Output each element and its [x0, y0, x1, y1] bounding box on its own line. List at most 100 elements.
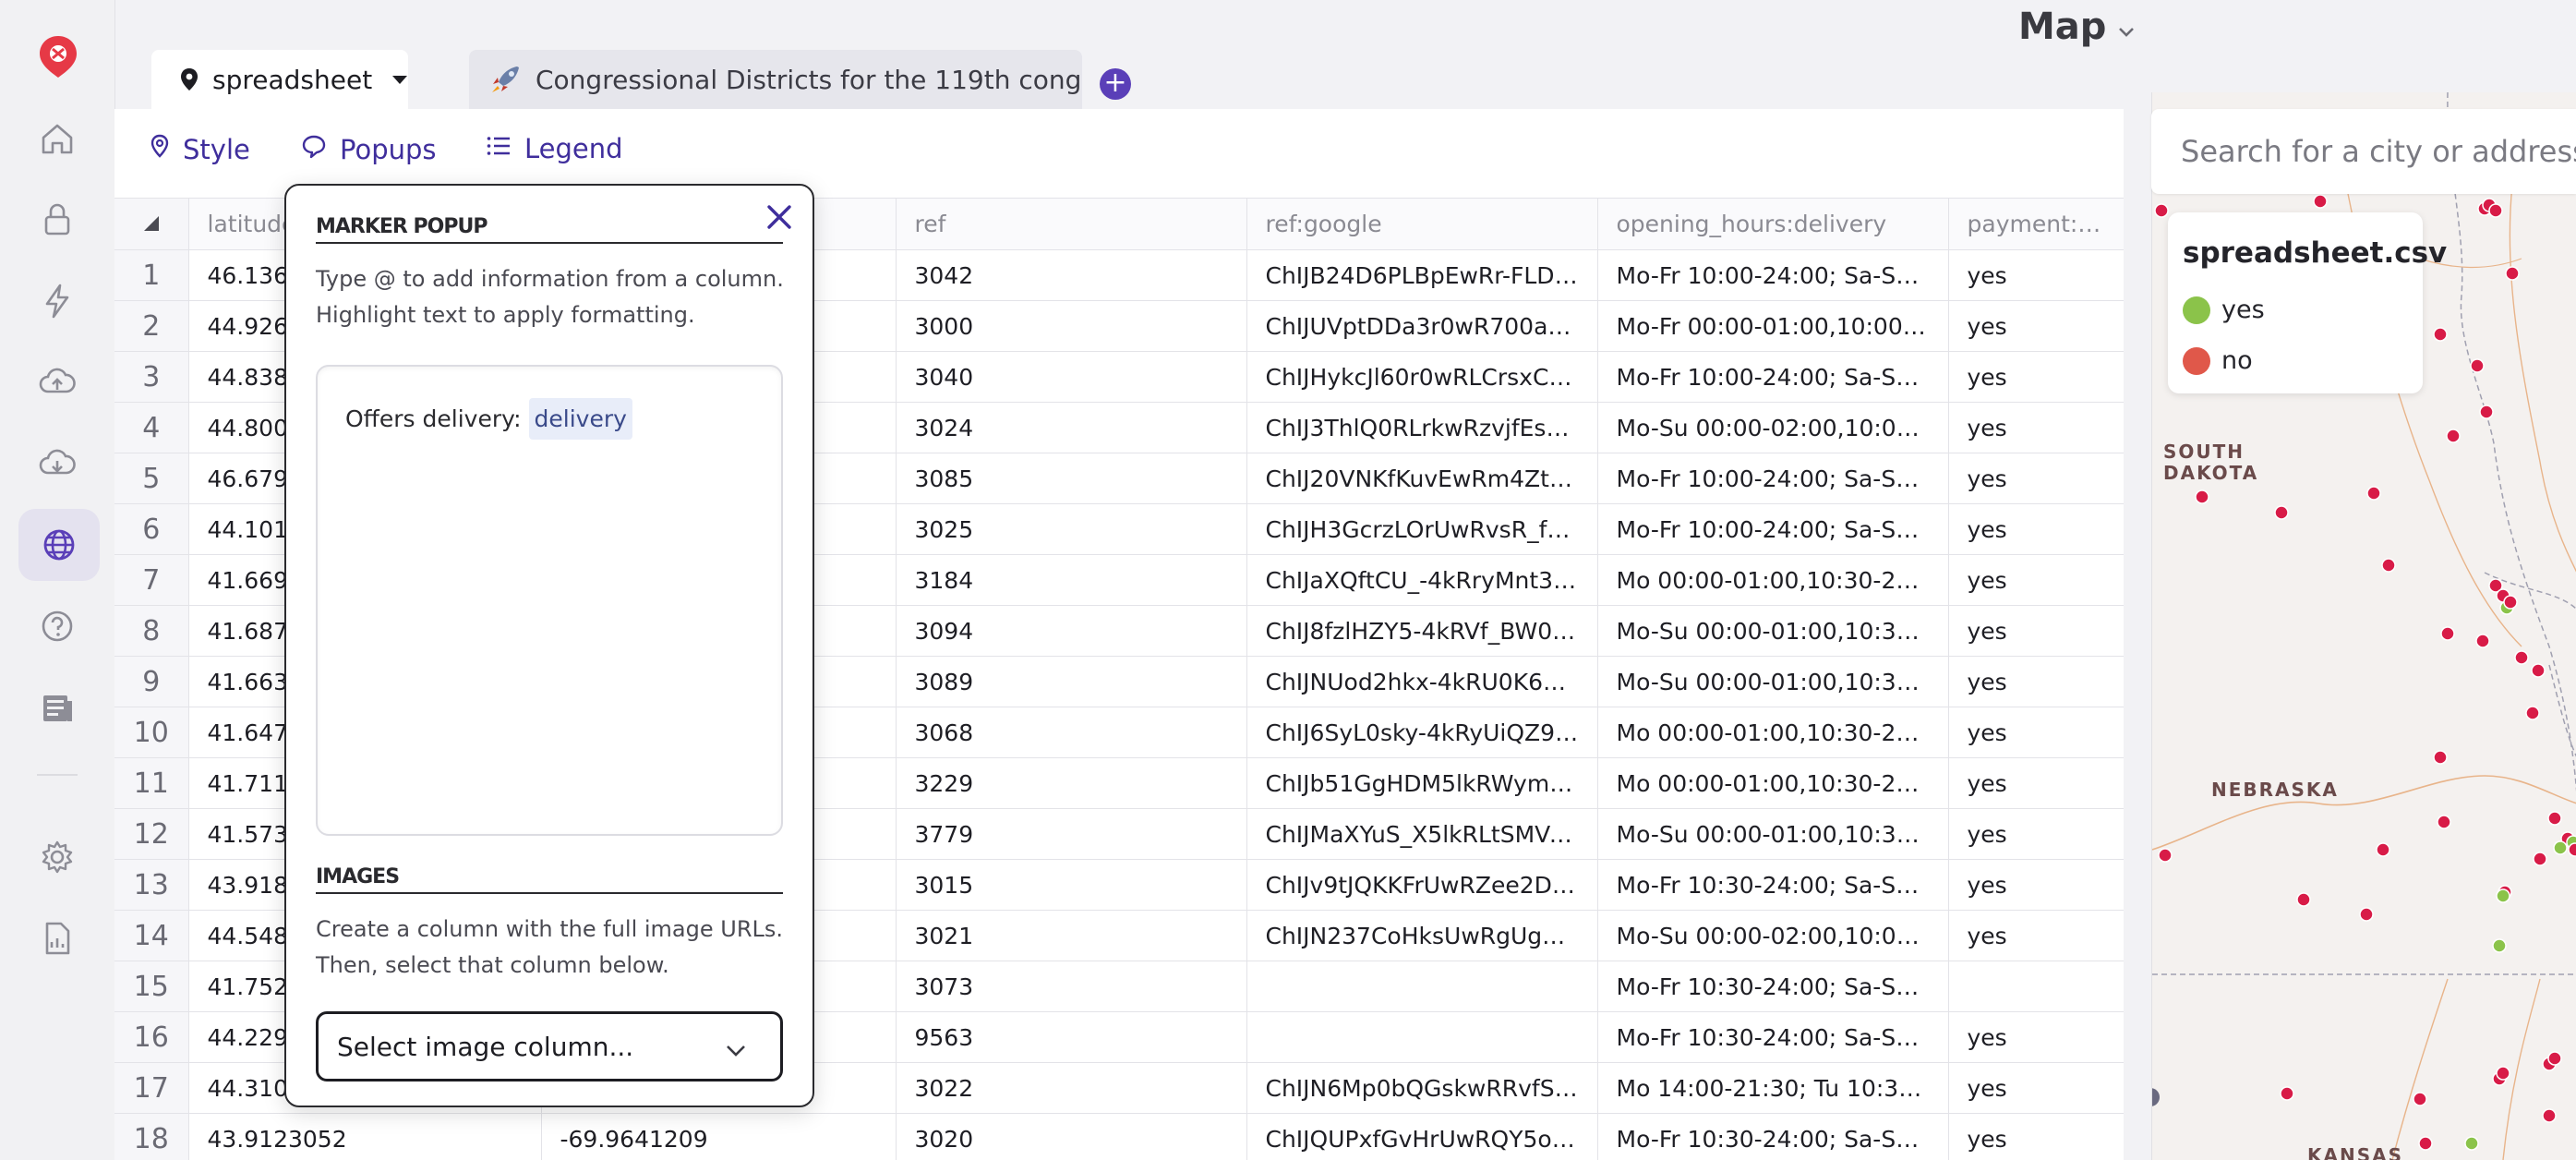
- gear-icon[interactable]: [37, 837, 78, 877]
- help-icon[interactable]: [37, 606, 78, 646]
- table-cell[interactable]: ChIJN237CoHksUwRgUgKbj...: [1246, 910, 1598, 961]
- legend-button[interactable]: Legend: [486, 133, 623, 164]
- table-cell[interactable]: 3229: [896, 757, 1247, 809]
- map-marker[interactable]: [2525, 706, 2540, 720]
- table-cell[interactable]: ChIJUVptDDa3r0wR700aaJ6...: [1246, 300, 1598, 352]
- table-cell[interactable]: Mo-Fr 10:00-24:00; Sa-Su 00:...: [1597, 249, 1949, 301]
- map-marker[interactable]: [2547, 1051, 2562, 1066]
- map-marker[interactable]: [2514, 650, 2529, 665]
- caret-down-icon[interactable]: [391, 74, 408, 85]
- map-marker[interactable]: [2479, 405, 2494, 419]
- table-cell[interactable]: 3042: [896, 249, 1247, 301]
- map-marker[interactable]: [2195, 489, 2209, 504]
- map-marker[interactable]: [2433, 327, 2448, 342]
- table-cell[interactable]: Mo-Su 00:00-01:00,10:30-24:...: [1597, 656, 1949, 707]
- map-marker[interactable]: [2531, 663, 2546, 678]
- table-cell[interactable]: 3068: [896, 707, 1247, 758]
- table-cell[interactable]: 3779: [896, 808, 1247, 860]
- table-cell[interactable]: yes: [1948, 1113, 2124, 1160]
- cloud-download-icon[interactable]: [37, 443, 78, 484]
- table-cell[interactable]: 3015: [896, 859, 1247, 911]
- map-marker[interactable]: [2542, 1108, 2557, 1123]
- table-cell[interactable]: Mo-Su 00:00-02:00,10:00-24:...: [1597, 402, 1949, 453]
- table-cell[interactable]: Mo-Fr 00:00-01:00,10:00-24:...: [1597, 300, 1949, 352]
- tab-congressional-districts[interactable]: Congressional Districts for the 119th co…: [469, 50, 1082, 109]
- table-cell[interactable]: ChIJ8fzlHZY5-4kRVf_BW0FP...: [1246, 605, 1598, 657]
- table-cell[interactable]: ChIJv9tJQKKFrUwRZee2D6P...: [1246, 859, 1598, 911]
- map-marker[interactable]: [2280, 1086, 2294, 1101]
- table-cell[interactable]: yes: [1948, 859, 2124, 911]
- popup-content-line[interactable]: Offers delivery: delivery: [345, 398, 632, 440]
- table-cell[interactable]: 3094: [896, 605, 1247, 657]
- table-cell[interactable]: [1246, 961, 1598, 1012]
- table-cell[interactable]: Mo-Fr 10:30-24:00; Sa-Su 00:...: [1597, 859, 1949, 911]
- map-search-input[interactable]: Search for a city or address: [2151, 109, 2576, 194]
- table-cell[interactable]: Mo 14:00-21:30; Tu 10:30-23:...: [1597, 1062, 1949, 1114]
- table-cell[interactable]: ChIJaXQftCU_-4kRryMnt3lw...: [1246, 554, 1598, 606]
- table-cell[interactable]: yes: [1948, 808, 2124, 860]
- map-marker[interactable]: [2475, 634, 2490, 648]
- map-marker[interactable]: [2492, 938, 2507, 953]
- document-chart-icon[interactable]: [37, 918, 78, 959]
- table-cell[interactable]: 3021: [896, 910, 1247, 961]
- image-column-select[interactable]: Select image column...: [316, 1011, 783, 1081]
- lock-icon[interactable]: [37, 199, 78, 240]
- map-marker[interactable]: [2366, 486, 2381, 501]
- table-cell[interactable]: Mo-Fr 10:30-24:00; Sa-Su 00:...: [1597, 1113, 1949, 1160]
- map-marker[interactable]: [2440, 626, 2455, 641]
- table-cell[interactable]: ChIJ3ThlQ0RLrkwRzvjfEs9Y3...: [1246, 402, 1598, 453]
- cloud-upload-icon[interactable]: [37, 362, 78, 403]
- map-marker[interactable]: [2547, 811, 2562, 826]
- map-marker[interactable]: [2274, 505, 2289, 520]
- table-cell[interactable]: Mo-Fr 10:30-24:00; Sa-Su 00:...: [1597, 1011, 1949, 1063]
- table-cell[interactable]: yes: [1948, 605, 2124, 657]
- table-cell[interactable]: yes: [1948, 503, 2124, 555]
- popups-button[interactable]: Popups: [301, 133, 437, 165]
- table-cell[interactable]: ChIJNUod2hkx-4kRU0K6kkL...: [1246, 656, 1598, 707]
- table-cell[interactable]: ChIJMaXYuS_X5lkRLtSMVAe...: [1246, 808, 1598, 860]
- table-cell[interactable]: yes: [1948, 1062, 2124, 1114]
- table-cell[interactable]: 3000: [896, 300, 1247, 352]
- column-header[interactable]: ref: [896, 198, 1247, 250]
- table-row[interactable]: 18 43.9123052 -69.9641209 3020 ChIJQUPxfGvHr…: [114, 1113, 2124, 1160]
- table-cell[interactable]: Mo-Su 00:00-01:00,10:30-24:...: [1597, 605, 1949, 657]
- map-marker[interactable]: [2158, 848, 2173, 863]
- map-marker[interactable]: [2413, 1092, 2427, 1106]
- globe-icon[interactable]: [18, 509, 100, 581]
- table-cell[interactable]: 3020: [896, 1113, 1247, 1160]
- table-cell[interactable]: yes: [1948, 249, 2124, 301]
- column-header[interactable]: payment:americ: [1948, 198, 2124, 250]
- column-header[interactable]: ref:google: [1246, 198, 1598, 250]
- tab-spreadsheet[interactable]: spreadsheet.csv: [151, 50, 408, 109]
- table-cell[interactable]: Mo-Fr 10:30-24:00; Sa-Su 00:...: [1597, 961, 1949, 1012]
- table-cell[interactable]: Mo-Fr 10:00-24:00; Sa-Su 00:...: [1597, 351, 1949, 403]
- table-cell[interactable]: ChIJHykcJl60r0wRLCrsxCU8...: [1246, 351, 1598, 403]
- table-cell[interactable]: Mo-Fr 10:00-24:00; Sa-Su 00:...: [1597, 503, 1949, 555]
- table-cell[interactable]: 3085: [896, 453, 1247, 504]
- map-marker[interactable]: [2568, 842, 2576, 857]
- table-cell[interactable]: Mo 00:00-01:00,10:30-24:00; ...: [1597, 707, 1949, 758]
- popup-content-editor[interactable]: Offers delivery: delivery: [316, 365, 783, 836]
- map-marker[interactable]: [2313, 194, 2328, 209]
- map-marker[interactable]: [2505, 266, 2520, 281]
- add-tab-button[interactable]: +: [1100, 68, 1131, 100]
- table-cell[interactable]: Mo 00:00-01:00,10:30-24:00; ...: [1597, 554, 1949, 606]
- map-marker[interactable]: [2418, 1136, 2433, 1151]
- map-marker[interactable]: [2359, 907, 2374, 922]
- map-title-dropdown[interactable]: Map: [2018, 6, 2136, 48]
- table-cell[interactable]: yes: [1948, 757, 2124, 809]
- map-marker[interactable]: [2488, 203, 2503, 218]
- table-cell[interactable]: [1246, 1011, 1598, 1063]
- table-cell[interactable]: 9563: [896, 1011, 1247, 1063]
- map-marker[interactable]: [2533, 852, 2547, 866]
- table-cell[interactable]: 3184: [896, 554, 1247, 606]
- map-marker[interactable]: [2496, 888, 2510, 903]
- table-cell[interactable]: Mo-Su 00:00-02:00,10:00-24:...: [1597, 910, 1949, 961]
- table-cell[interactable]: yes: [1948, 554, 2124, 606]
- table-cell[interactable]: ChIJ6SyL0sky-4kRyUiQZ959...: [1246, 707, 1598, 758]
- table-cell[interactable]: Mo-Fr 10:00-24:00; Sa-Su 00:...: [1597, 453, 1949, 504]
- map-marker[interactable]: [2154, 203, 2169, 218]
- table-cell[interactable]: ChIJQUPxfGvHrUwRQY5olzB...: [1246, 1113, 1598, 1160]
- map-marker[interactable]: [2433, 750, 2448, 765]
- map-marker[interactable]: [2553, 840, 2568, 855]
